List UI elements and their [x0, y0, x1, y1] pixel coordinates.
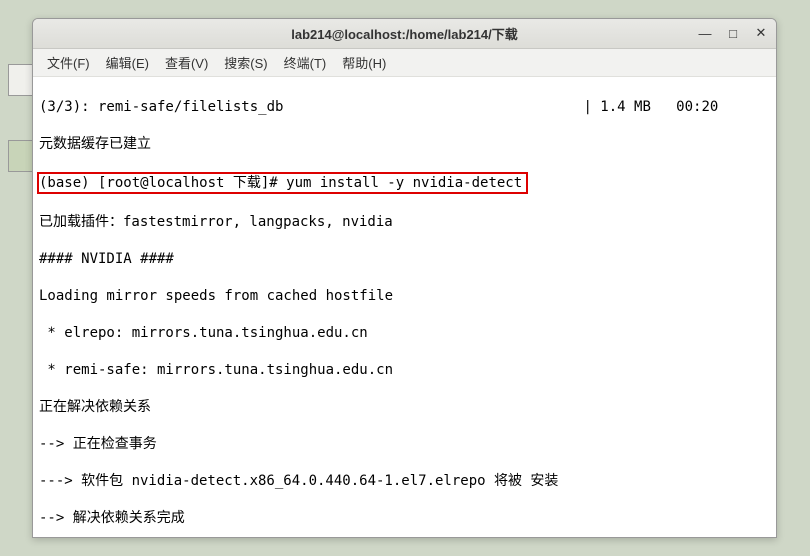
- term-line: (3/3): remi-safe/filelists_db | 1.4 MB 00…: [39, 98, 770, 117]
- menu-help[interactable]: 帮助(H): [334, 49, 394, 76]
- term-line: (base) [root@localhost 下载]# yum install …: [39, 172, 770, 195]
- window-title: lab214@localhost:/home/lab214/下载: [33, 24, 776, 43]
- prompt: (base) [root@localhost 下载]#: [39, 175, 286, 191]
- maximize-button[interactable]: □: [724, 24, 742, 42]
- titlebar[interactable]: lab214@localhost:/home/lab214/下载 — □ ✕: [33, 19, 776, 49]
- command-text: yum install -y nvidia-detect: [286, 175, 522, 191]
- term-line: Loading mirror speeds from cached hostfi…: [39, 287, 770, 306]
- menu-view[interactable]: 查看(V): [157, 49, 216, 76]
- menu-terminal[interactable]: 终端(T): [276, 49, 335, 76]
- minimize-button[interactable]: —: [696, 24, 714, 42]
- window-controls: — □ ✕: [696, 24, 770, 42]
- term-line: 正在解决依赖关系: [39, 398, 770, 417]
- term-line: --> 解决依赖关系完成: [39, 509, 770, 528]
- term-line: #### NVIDIA ####: [39, 250, 770, 269]
- close-button[interactable]: ✕: [752, 24, 770, 42]
- progress-text: (3/3): remi-safe/filelists_db: [39, 99, 283, 115]
- highlighted-command: (base) [root@localhost 下载]# yum install …: [37, 172, 528, 195]
- menu-file[interactable]: 文件(F): [39, 49, 98, 76]
- term-line: 已加载插件：fastestmirror, langpacks, nvidia: [39, 213, 770, 232]
- menu-edit[interactable]: 编辑(E): [98, 49, 157, 76]
- terminal-area[interactable]: (3/3): remi-safe/filelists_db | 1.4 MB 00…: [33, 77, 776, 537]
- term-line: * elrepo: mirrors.tuna.tsinghua.edu.cn: [39, 324, 770, 343]
- term-line: 元数据缓存已建立: [39, 135, 770, 154]
- term-line: --> 正在检查事务: [39, 435, 770, 454]
- menubar: 文件(F) 编辑(E) 查看(V) 搜索(S) 终端(T) 帮助(H): [33, 49, 776, 77]
- terminal-window: lab214@localhost:/home/lab214/下载 — □ ✕ 文…: [32, 18, 777, 538]
- term-line: * remi-safe: mirrors.tuna.tsinghua.edu.c…: [39, 361, 770, 380]
- term-line: ---> 软件包 nvidia-detect.x86_64.0.440.64-1…: [39, 472, 770, 491]
- progress-right: | 1.4 MB 00:20: [583, 99, 718, 115]
- menu-search[interactable]: 搜索(S): [216, 49, 275, 76]
